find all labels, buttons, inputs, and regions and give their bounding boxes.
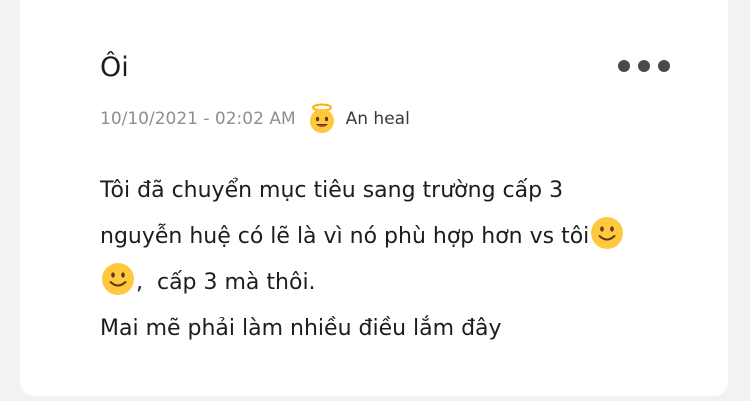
- content-text: , cấp 3 mà thôi.: [136, 270, 316, 295]
- post-content: Tôi đã chuyển mục tiêu sang trường cấp 3…: [100, 168, 660, 352]
- more-dot-icon: [618, 60, 630, 72]
- post-timestamp: 10/10/2021 - 02:02 AM: [100, 109, 296, 129]
- post-title: Ôi: [100, 52, 129, 83]
- more-dot-icon: [658, 60, 670, 72]
- post-meta: 10/10/2021 - 02:02 AM An heal: [100, 102, 410, 136]
- author-name[interactable]: An heal: [346, 109, 410, 129]
- more-options-button[interactable]: [618, 56, 670, 76]
- slightly-smiling-face-icon: [591, 217, 624, 249]
- content-text: nguyễn huệ có lẽ là vì nó phù hợp hơn vs…: [100, 224, 590, 249]
- slightly-smiling-face-icon: [102, 263, 134, 295]
- content-line: , cấp 3 mà thôi.: [100, 260, 660, 306]
- post-card: Ôi 10/10/2021 - 02:02 AM An heal Tôi đã …: [20, 0, 728, 396]
- content-line: nguyễn huệ có lẽ là vì nó phù hợp hơn vs…: [100, 214, 660, 260]
- content-line: Mai mẽ phải làm nhiều điều lắm đây: [100, 316, 502, 341]
- content-line: Tôi đã chuyển mục tiêu sang trường cấp 3: [100, 178, 564, 203]
- halo-smiley-icon: [309, 103, 334, 133]
- more-dot-icon: [638, 60, 650, 72]
